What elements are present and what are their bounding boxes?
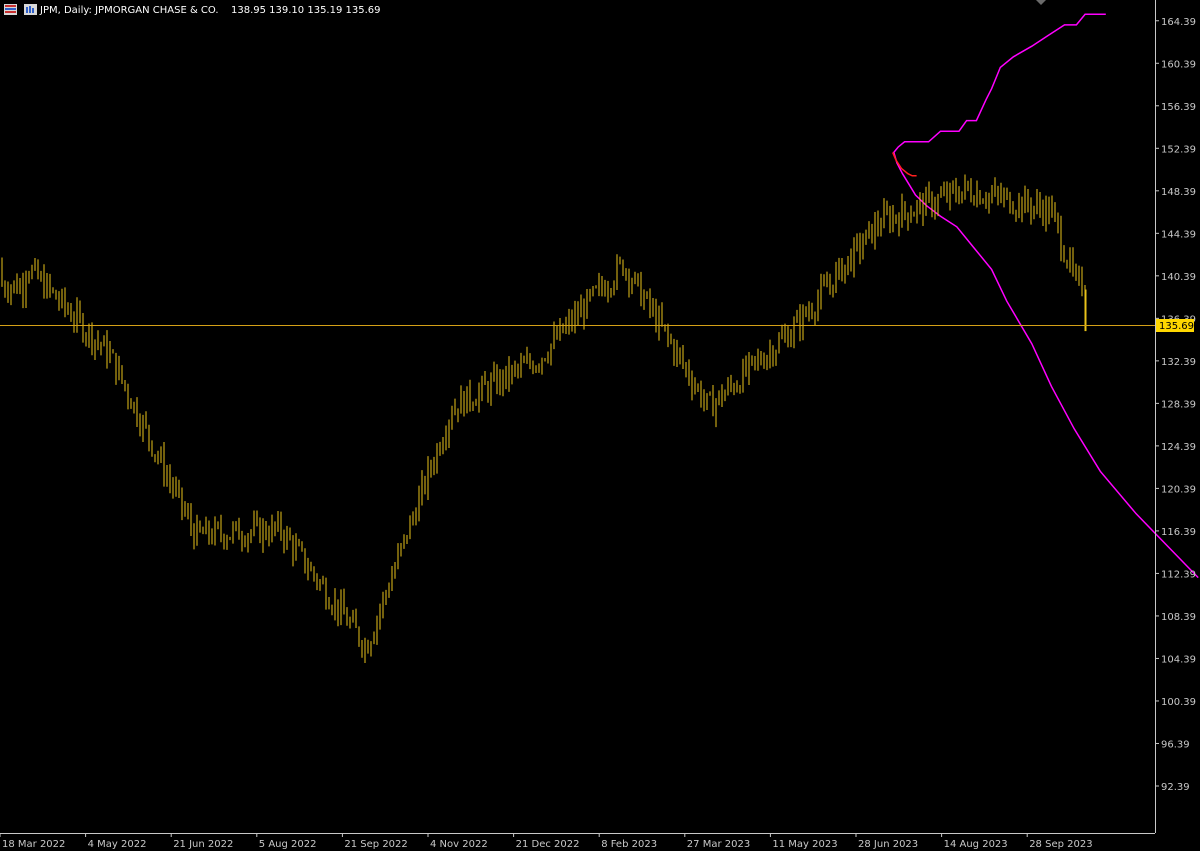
price-chart[interactable]: JPM, Daily: JPMORGAN CHASE & CO. 138.95 … — [0, 0, 1200, 851]
current-price-tag: 135.69 — [1156, 319, 1194, 332]
price-tick-label: 148.39 — [1161, 187, 1196, 198]
time-tick-label: 4 May 2022 — [88, 839, 147, 850]
price-tick-label: 104.39 — [1161, 654, 1196, 665]
price-tick-label: 160.39 — [1161, 59, 1196, 70]
price-tick-label: 92.39 — [1161, 782, 1190, 793]
time-tick-label: 4 Nov 2022 — [430, 839, 488, 850]
symbol-label: JPM, Daily: JPMORGAN CHASE & CO. — [39, 5, 219, 16]
time-tick-label: 18 Mar 2022 — [2, 839, 65, 850]
time-tick-label: 5 Aug 2022 — [259, 839, 317, 850]
time-tick-label: 11 May 2023 — [772, 839, 837, 850]
price-tick-label: 164.39 — [1161, 17, 1196, 28]
price-tick-label: 156.39 — [1161, 102, 1196, 113]
time-tick-label: 28 Sep 2023 — [1029, 839, 1092, 850]
price-tick-label: 128.39 — [1161, 399, 1196, 410]
price-tick-label: 120.39 — [1161, 484, 1196, 495]
time-tick-label: 21 Jun 2022 — [173, 839, 233, 850]
price-tick-label: 112.39 — [1161, 569, 1196, 580]
time-tick-label: 21 Sep 2022 — [344, 839, 407, 850]
price-tick-label: 144.39 — [1161, 229, 1196, 240]
price-tick-label: 100.39 — [1161, 697, 1196, 708]
price-tick-label: 108.39 — [1161, 612, 1196, 623]
price-tick-label: 96.39 — [1161, 739, 1190, 750]
time-tick-label: 14 Aug 2023 — [944, 839, 1008, 850]
symbol-list-icon[interactable] — [4, 4, 17, 15]
price-tick-label: 132.39 — [1161, 357, 1196, 368]
price-tick-label: 116.39 — [1161, 527, 1196, 538]
time-tick-label: 21 Dec 2022 — [516, 839, 580, 850]
ohlc-readout: 138.95 139.10 135.19 135.69 — [231, 5, 381, 16]
chart-header: JPM, Daily: JPMORGAN CHASE & CO. 138.95 … — [4, 4, 381, 16]
current-price-label: 135.69 — [1159, 321, 1194, 332]
price-tick-label: 152.39 — [1161, 144, 1196, 155]
time-tick-label: 28 Jun 2023 — [858, 839, 918, 850]
chart-background — [0, 0, 1200, 851]
price-tick-label: 140.39 — [1161, 272, 1196, 283]
price-tick-label: 124.39 — [1161, 442, 1196, 453]
time-tick-label: 27 Mar 2023 — [687, 839, 750, 850]
chart-window-icon[interactable] — [24, 4, 37, 15]
time-tick-label: 8 Feb 2023 — [601, 839, 657, 850]
